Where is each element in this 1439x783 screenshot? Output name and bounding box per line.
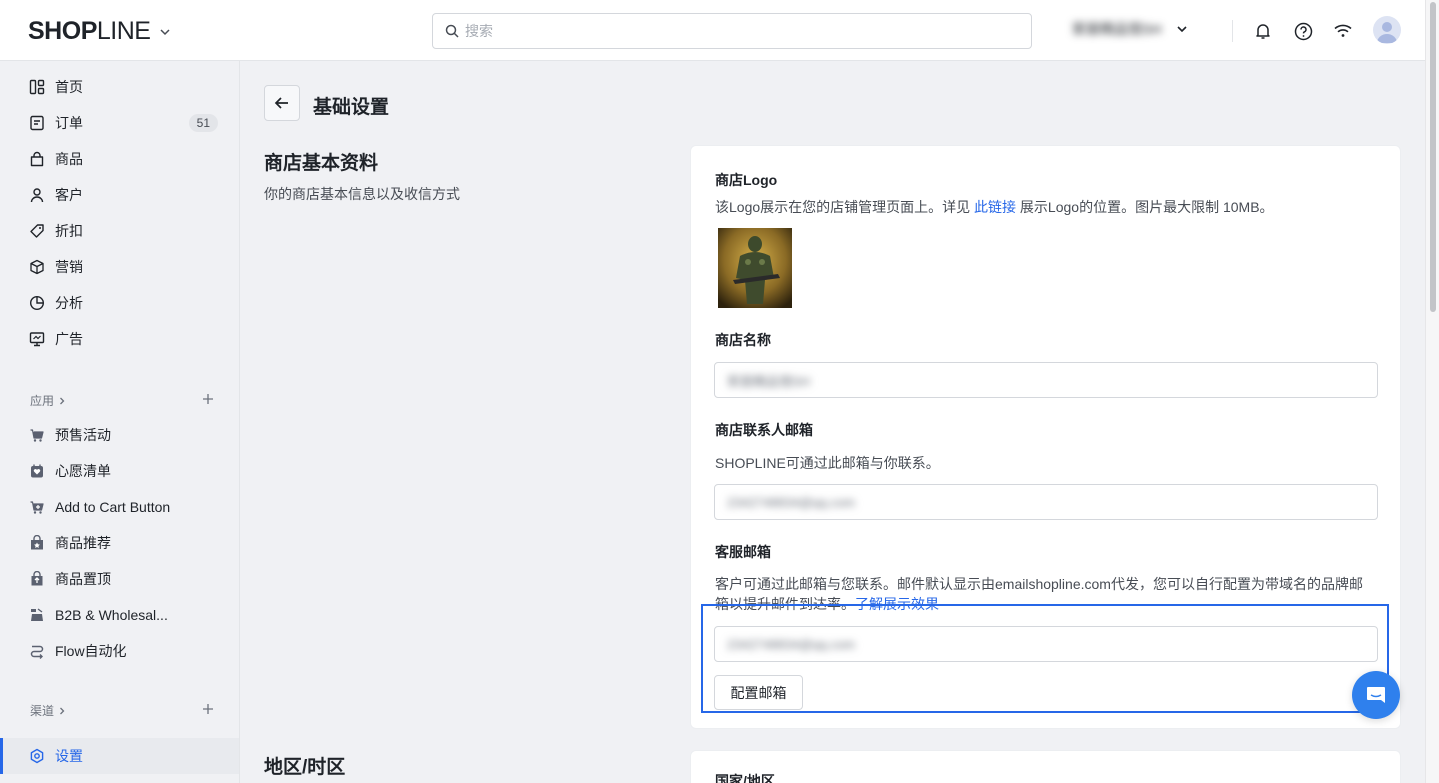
add-channel-plus-icon[interactable] (201, 702, 215, 716)
sidebar-item-products[interactable]: 商品 (0, 141, 239, 177)
sidebar-item-label: 订单 (55, 115, 83, 131)
sidebar-item-presale[interactable]: 预售活动 (0, 417, 239, 453)
sidebar-item-label: 预售活动 (55, 427, 111, 443)
sidebar-item-customers[interactable]: 客户 (0, 177, 239, 213)
flow-icon (28, 642, 46, 660)
sidebar-item-label: 广告 (55, 331, 83, 347)
wishlist-icon (28, 462, 46, 480)
bell-icon[interactable] (1252, 20, 1274, 42)
contact-email-help: SHOPLINE可通过此邮箱与你联系。 (715, 455, 940, 471)
logo-help-link[interactable]: 此链接 (974, 199, 1016, 215)
chevron-right-icon (60, 707, 65, 714)
chat-icon (1367, 687, 1385, 703)
search-box[interactable] (432, 13, 1032, 49)
chat-support-button[interactable] (1352, 671, 1400, 719)
chevron-down-icon (160, 28, 170, 35)
divider (1232, 20, 1233, 42)
sidebar-item-label: 首页 (55, 79, 83, 95)
chevron-right-icon (60, 397, 65, 404)
chevron-down-icon (1177, 26, 1188, 33)
sidebar-item-home[interactable]: 首页 (0, 69, 239, 105)
sidebar-item-label: 设置 (55, 748, 83, 764)
order-icon (28, 114, 46, 132)
logo-help: 该Logo展示在您的店铺管理页面上。详见 此链接 展示Logo的位置。图片最大限… (715, 199, 1274, 215)
country-label: 国家/地区 (715, 773, 775, 783)
logo-label: 商店Logo (715, 172, 778, 188)
sidebar: 首页 订单 51 商品 客户 折扣 营销 分析 广告 应用 预售活动 心愿清单 (0, 61, 240, 783)
sidebar-item-label: 商品推荐 (55, 535, 111, 551)
monitor-icon (28, 330, 46, 348)
sidebar-item-analytics[interactable]: 分析 (0, 285, 239, 321)
dashboard-icon (28, 78, 46, 96)
store-section-description: 你的商店基本信息以及收信方式 (264, 186, 460, 202)
recommend-icon (28, 534, 46, 552)
contact-email-input[interactable]: 2342748834@qq.com (714, 484, 1378, 520)
sidebar-item-b2b[interactable]: B2B & Wholesal... (0, 597, 239, 633)
sidebar-item-label: 商品 (55, 151, 83, 167)
tag-icon (28, 222, 46, 240)
sidebar-item-label: 心愿清单 (55, 463, 111, 479)
person-icon (28, 186, 46, 204)
back-button[interactable] (264, 85, 300, 121)
sidebar-item-label: B2B & Wholesal... (55, 607, 168, 623)
brand-logo[interactable]: SHOPLINE (28, 17, 172, 46)
sidebar-item-settings[interactable]: 设置 (0, 738, 239, 774)
sidebar-item-label: 商品置顶 (55, 571, 111, 587)
region-card: 国家/地区 (690, 750, 1401, 783)
store-section-title: 商店基本资料 (264, 153, 379, 174)
highlight-box (701, 604, 1389, 713)
avatar[interactable] (1373, 16, 1401, 44)
scrollbar-thumb[interactable] (1430, 2, 1436, 312)
store-name-label: 商店名称 (715, 332, 771, 348)
gear-icon (28, 747, 46, 765)
help-icon[interactable] (1292, 20, 1314, 42)
sidebar-item-discounts[interactable]: 折扣 (0, 213, 239, 249)
sidebar-item-label: 营销 (55, 259, 83, 275)
pin-icon (28, 570, 46, 588)
sidebar-item-recommend[interactable]: 商品推荐 (0, 525, 239, 561)
brand-wordmark: SHOPLINE (28, 17, 151, 45)
sidebar-item-label: 折扣 (55, 223, 83, 239)
search-input[interactable] (465, 23, 1005, 39)
top-bar: SHOPLINE 家居精品馆SH (0, 0, 1425, 61)
apps-section-header[interactable]: 应用 (30, 392, 67, 409)
order-count-badge: 51 (188, 114, 218, 132)
store-logo-image[interactable] (718, 228, 792, 308)
store-name: 家居精品馆SH (1072, 21, 1162, 37)
pie-chart-icon (28, 294, 46, 312)
sidebar-item-marketing[interactable]: 营销 (0, 249, 239, 285)
page-title: 基础设置 (313, 97, 390, 118)
presale-icon (28, 426, 46, 444)
sidebar-item-label: Flow自动化 (55, 643, 127, 659)
store-name-input[interactable]: 家居精品馆SH (714, 362, 1378, 398)
arrow-left-icon (274, 97, 288, 109)
sidebar-item-label: Add to Cart Button (55, 499, 171, 515)
cube-icon (28, 258, 46, 276)
b2b-icon (28, 606, 46, 624)
region-section-title: 地区/时区 (264, 757, 346, 778)
sidebar-item-wishlist[interactable]: 心愿清单 (0, 453, 239, 489)
add-app-plus-icon[interactable] (201, 392, 215, 406)
search-icon (445, 24, 459, 38)
service-email-label: 客服邮箱 (715, 544, 771, 560)
page-scrollbar[interactable] (1425, 0, 1439, 783)
sidebar-item-flow[interactable]: Flow自动化 (0, 633, 239, 669)
sidebar-item-label: 分析 (55, 295, 83, 311)
store-switcher[interactable]: 家居精品馆SH (1072, 19, 1189, 39)
cart-icon (28, 498, 46, 516)
contact-email-label: 商店联系人邮箱 (715, 422, 813, 438)
sidebar-item-ads[interactable]: 广告 (0, 321, 239, 357)
sidebar-item-label: 客户 (55, 187, 83, 203)
bag-icon (28, 150, 46, 168)
active-indicator (0, 738, 3, 774)
sidebar-item-add-to-cart[interactable]: Add to Cart Button (0, 489, 239, 525)
sidebar-item-pin-top[interactable]: 商品置顶 (0, 561, 239, 597)
channels-section-header[interactable]: 渠道 (30, 702, 67, 719)
sidebar-item-orders[interactable]: 订单 51 (0, 105, 239, 141)
wifi-icon[interactable] (1332, 20, 1354, 42)
